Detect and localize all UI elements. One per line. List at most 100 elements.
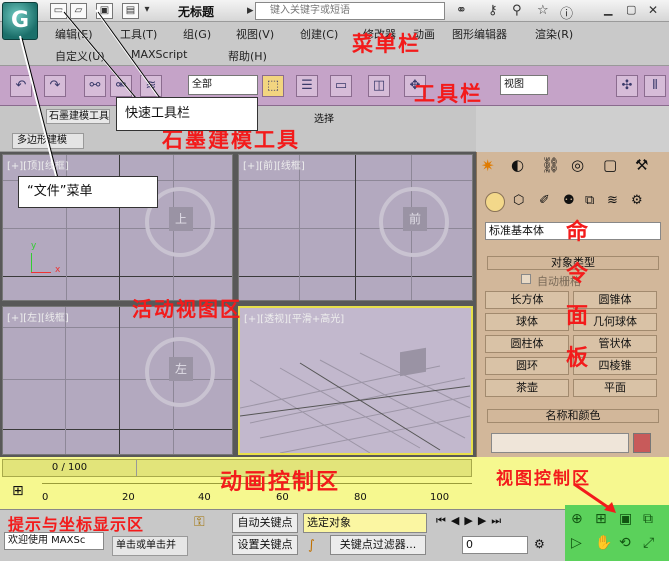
minimize-icon[interactable]: ▁ <box>604 3 612 16</box>
bind-spacewarp-icon[interactable]: ≋ <box>140 75 162 97</box>
ribbon-panel-polygon[interactable]: 多边形建模 <box>12 133 84 149</box>
time-slider-thumb[interactable]: 0 / 100 <box>3 460 137 476</box>
undo-icon[interactable]: ↶ <box>10 75 32 97</box>
set-key-button[interactable]: 设置关键点 <box>232 535 298 555</box>
viewcube-left[interactable]: 左 <box>169 357 193 381</box>
time-config-icon[interactable]: ⚙ <box>534 537 545 551</box>
pin-icon[interactable]: ⚲ <box>512 3 522 18</box>
systems-icon[interactable]: ⚙ <box>631 193 643 208</box>
shapes-icon[interactable]: ⬡ <box>513 193 524 208</box>
key-selection-select[interactable]: 选定对象 <box>303 513 427 533</box>
menu-create[interactable]: 创建(C) <box>300 26 338 42</box>
pan-icon[interactable]: ✋ <box>595 535 612 551</box>
save-file-icon[interactable]: ▣ <box>96 3 113 19</box>
field-of-view-icon[interactable]: ▷ <box>571 535 582 551</box>
menu-help[interactable]: 帮助(H) <box>228 48 267 64</box>
link-icon[interactable]: ⚯ <box>84 75 106 97</box>
search-input[interactable]: 键入关键字或短语 <box>255 2 445 20</box>
playback-controls[interactable]: ⏮◀▶▶⏭ <box>436 514 506 528</box>
ribbon-tab-graphite[interactable]: 石墨建模工具 <box>46 109 110 124</box>
annotation-char: 令 <box>566 262 591 287</box>
spacewarps-icon[interactable]: ≋ <box>607 193 618 208</box>
binoculars-icon[interactable]: ⚭ <box>456 3 467 18</box>
viewport-front[interactable]: 前 [+][前][线框] <box>238 154 473 301</box>
window-crossing-icon[interactable]: ◫ <box>368 75 390 97</box>
lights-icon[interactable]: ✐ <box>539 193 550 208</box>
create-tab-icon[interactable]: ✷ <box>481 156 494 175</box>
redo-icon[interactable]: ↷ <box>44 75 66 97</box>
motion-tab-icon[interactable]: ◎ <box>571 156 584 174</box>
key-tangent-icon[interactable]: ∫ <box>308 538 315 553</box>
utilities-tab-icon[interactable]: ⚒ <box>635 156 648 174</box>
viewcube-front[interactable]: 前 <box>403 207 427 231</box>
close-icon[interactable]: ✕ <box>648 3 658 17</box>
ribbon-tab-selection[interactable]: 选择 <box>314 110 334 125</box>
pivot-center-icon[interactable]: ✣ <box>616 75 638 97</box>
region-select-icon[interactable]: ▭ <box>330 75 352 97</box>
unlink-icon[interactable]: ⚮ <box>110 75 132 97</box>
display-tab-icon[interactable]: ▢ <box>603 156 617 174</box>
key-mode-icon[interactable]: ⚿ <box>194 514 205 530</box>
viewport-label[interactable]: [+][左][线框] <box>7 309 69 324</box>
menu-customize[interactable]: 自定义(U) <box>55 48 105 64</box>
selection-filter-select[interactable]: 全部 <box>188 75 258 95</box>
auto-key-button[interactable]: 自动关键点 <box>232 513 298 533</box>
viewport-annotation: 活动视图区 <box>132 297 242 321</box>
current-frame-field[interactable]: 0 <box>462 536 528 554</box>
window-title: 无标题 <box>178 5 215 19</box>
curve-editor-icon[interactable]: ⊞ <box>12 483 24 499</box>
viewport-left[interactable]: 左 [+][左][线框] <box>2 306 233 455</box>
open-file-icon[interactable]: ▱ <box>70 3 87 19</box>
project-folder-icon[interactable]: ▤ <box>122 3 139 19</box>
sphere-button[interactable]: 球体 <box>485 313 569 331</box>
help-icon[interactable]: ⓘ <box>560 3 573 22</box>
box-button[interactable]: 长方体 <box>485 291 569 309</box>
viewport-label[interactable]: [+][透视][平滑+高光] <box>244 310 344 325</box>
autogrid-checkbox[interactable] <box>521 274 531 284</box>
object-name-input[interactable] <box>491 433 629 453</box>
name-color-header[interactable]: 名称和颜色 <box>487 409 659 423</box>
perspective-grid <box>240 352 471 453</box>
new-file-icon[interactable]: ▭ <box>50 3 67 19</box>
reference-coord-select[interactable]: 视图 <box>500 75 548 95</box>
menu-edit[interactable]: 编辑(E) <box>55 26 93 42</box>
helpers-icon[interactable]: ⧉ <box>585 193 594 208</box>
quick-access-dropdown-icon[interactable]: ▾ <box>141 3 153 19</box>
orbit-icon[interactable]: ⟲ <box>619 535 631 551</box>
title-bar: ▭ ▱ ▣ ▤ ▾ 无标题 ▸ 键入关键字或短语 ⚭ ⚷ ⚲ ☆ ⓘ ▁ ▢ ✕ <box>0 0 669 22</box>
key-filters-button[interactable]: 关键点过滤器... <box>330 535 426 555</box>
menu-maxscript[interactable]: MAXScript <box>131 48 187 61</box>
geometry-icon[interactable] <box>485 192 505 212</box>
menu-group[interactable]: 组(G) <box>183 26 211 42</box>
modify-tab-icon[interactable]: ◐ <box>511 156 524 174</box>
zoom-extents-all-icon[interactable]: ⧉ <box>643 511 653 527</box>
mirror-icon[interactable]: ⫴ <box>644 75 666 97</box>
cameras-icon[interactable]: ⚉ <box>563 193 575 208</box>
torus-button[interactable]: 圆环 <box>485 357 569 375</box>
viewcube-perspective[interactable] <box>400 347 426 377</box>
tick-label: 20 <box>122 492 135 503</box>
viewport-label[interactable]: [+][顶][线框] <box>7 157 69 172</box>
menu-graph-editors[interactable]: 图形编辑器 <box>452 26 507 42</box>
plane-button[interactable]: 平面 <box>573 379 657 397</box>
viewport-label[interactable]: [+][前][线框] <box>243 157 305 172</box>
select-object-icon[interactable]: ⬚ <box>262 75 284 97</box>
viewcube-top[interactable]: 上 <box>169 207 193 231</box>
menu-views[interactable]: 视图(V) <box>236 26 274 42</box>
maximize-viewport-icon[interactable]: ⤢ <box>643 535 654 551</box>
cylinder-button[interactable]: 圆柱体 <box>485 335 569 353</box>
prompt-line: 单击或单击并 <box>112 536 188 556</box>
maximize-icon[interactable]: ▢ <box>626 3 636 16</box>
zoom-extents-icon[interactable]: ▣ <box>619 511 632 527</box>
annotation-char: 命 <box>566 220 591 245</box>
star-icon[interactable]: ☆ <box>537 3 549 18</box>
app-menu-button[interactable]: G <box>2 2 38 40</box>
viewport-perspective[interactable]: [+][透视][平滑+高光] <box>238 306 473 455</box>
menu-tools[interactable]: 工具(T) <box>120 26 157 42</box>
menu-rendering[interactable]: 渲染(R) <box>535 26 573 42</box>
select-by-name-icon[interactable]: ☰ <box>296 75 318 97</box>
object-color-swatch[interactable] <box>633 433 651 453</box>
hierarchy-tab-icon[interactable]: ⛓ <box>541 156 560 174</box>
teapot-button[interactable]: 茶壶 <box>485 379 569 397</box>
key-icon[interactable]: ⚷ <box>488 3 498 18</box>
